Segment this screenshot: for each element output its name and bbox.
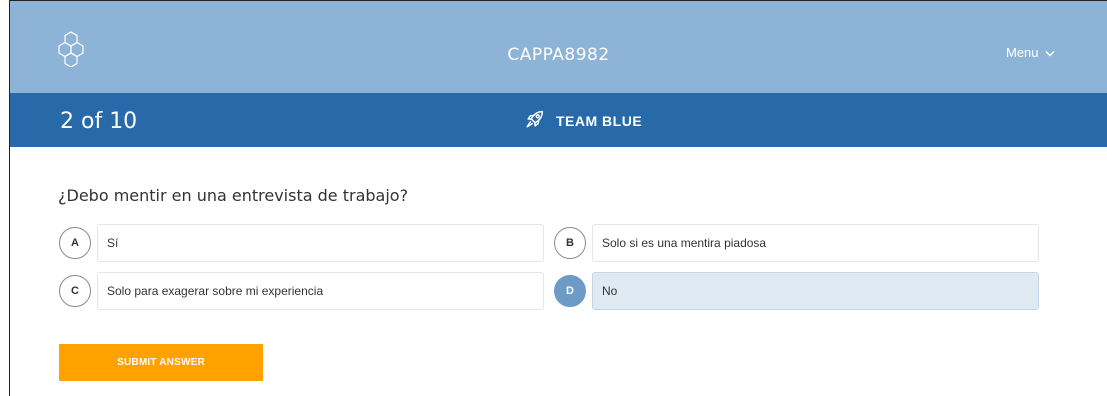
team-indicator: TEAM BLUE [524,108,642,133]
option-letter-badge: D [554,275,586,307]
team-label: TEAM BLUE [556,112,643,129]
menu-button[interactable]: Menu [1006,45,1055,60]
app-frame: CAPPA8982 Menu 2 of 10 TEAM BLUE ¿Debo m… [0,0,1107,396]
top-header: CAPPA8982 Menu [10,1,1107,93]
answer-option-a[interactable]: A Sí [59,224,544,262]
session-code: CAPPA8982 [507,45,610,65]
option-letter-badge: B [554,227,586,259]
submit-answer-button[interactable]: SUBMIT ANSWER [59,344,263,381]
option-text: No [592,272,1039,310]
progress-bar-header: 2 of 10 TEAM BLUE [10,93,1107,147]
answer-option-d[interactable]: D No [554,272,1039,310]
option-text: Solo para exagerar sobre mi experiencia [97,272,544,310]
option-letter-badge: A [59,227,91,259]
answer-option-c[interactable]: C Solo para exagerar sobre mi experienci… [59,272,544,310]
answer-option-b[interactable]: B Solo si es una mentira piadosa [554,224,1039,262]
option-text: Solo si es una mentira piadosa [592,224,1039,262]
question-text: ¿Debo mentir en una entrevista de trabaj… [58,186,409,205]
option-letter-badge: C [59,275,91,307]
option-text: Sí [97,224,544,262]
rocket-icon [524,108,546,133]
question-progress: 2 of 10 [60,109,138,134]
chevron-down-icon [1045,45,1055,60]
menu-label: Menu [1006,45,1039,60]
